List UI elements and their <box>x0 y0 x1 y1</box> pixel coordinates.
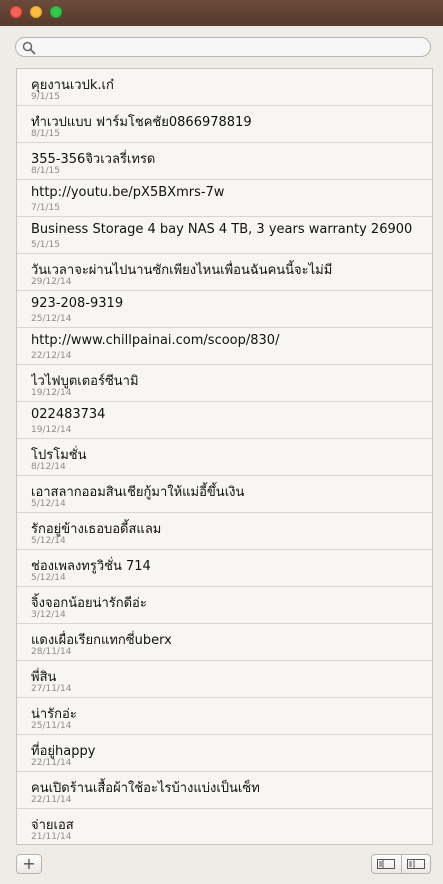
list-view-icon <box>377 859 396 869</box>
note-list-item[interactable]: น่ารักอ่ะ 25/11/14 <box>17 698 432 735</box>
note-date: 27/11/14 <box>31 684 72 694</box>
note-title: ทำเวปแบบ ฟาร์มโชคชัย0866978819 <box>31 115 252 130</box>
note-title: ไวไฟบูตเตอร์ซีนามิ <box>31 374 139 389</box>
add-note-button[interactable]: + <box>16 854 42 874</box>
note-title: รักอยู่ข้างเธอบอดี้สแลม <box>31 522 162 537</box>
note-title: จ่ายเอส <box>31 818 74 833</box>
bottom-toolbar: + <box>0 845 443 884</box>
note-list-item[interactable]: ช่องเพลงทรูวิชั่น 714 5/12/14 <box>17 550 432 587</box>
list-view-button[interactable] <box>372 855 401 873</box>
split-view-icon <box>406 859 425 869</box>
note-date: 9/1/15 <box>31 92 60 102</box>
note-list-item[interactable]: จิ้งจอกน้อยน่ารักดีอ่ะ 3/12/14 <box>17 587 432 624</box>
note-list-item[interactable]: วันเวลาจะผ่านไปนานซักเพียงไหนเพื่อนฉันคน… <box>17 254 432 291</box>
note-title: ที่อยู่happy <box>31 744 96 759</box>
note-list-item[interactable]: พี่สิน 27/11/14 <box>17 661 432 698</box>
note-date: 7/1/15 <box>31 203 60 213</box>
note-date: 8/12/14 <box>31 462 66 472</box>
note-date: 25/12/14 <box>31 314 72 324</box>
note-date: 22/12/14 <box>31 351 72 361</box>
note-date: 5/1/15 <box>31 240 60 250</box>
search-icon <box>22 41 36 55</box>
note-list-item[interactable]: ไวไฟบูตเตอร์ซีนามิ 19/12/14 <box>17 365 432 402</box>
note-list-item[interactable]: โปรโมชั่น 8/12/14 <box>17 439 432 476</box>
note-title: 022483734 <box>31 407 106 422</box>
note-title: พี่สิน <box>31 670 57 685</box>
note-list-item[interactable]: ที่อยู่happy 22/11/14 <box>17 735 432 772</box>
note-title: 923-208-9319 <box>31 296 124 311</box>
note-list-item[interactable]: 355-356จิวเวลรี่เทรด 8/1/15 <box>17 143 432 180</box>
note-date: 5/12/14 <box>31 499 66 509</box>
note-title: แดงเผื่อเรียกแทกซี่uberx <box>31 633 172 648</box>
note-date: 5/12/14 <box>31 573 66 583</box>
note-list-item[interactable]: http://youtu.be/pX5BXmrs-7w 7/1/15 <box>17 180 432 217</box>
note-list-item[interactable]: เอาสลากออมสินเชียกู้มาให้แม่อี้ขึ้นเงิน 5… <box>17 476 432 513</box>
note-list-item[interactable]: คุยงานเวปk.เก๋ 9/1/15 <box>17 69 432 106</box>
notes-window: คุยงานเวปk.เก๋ 9/1/15 ทำเวปแบบ ฟาร์มโชคชัย… <box>0 0 443 884</box>
search-field[interactable] <box>15 37 431 57</box>
notes-list[interactable]: คุยงานเวปk.เก๋ 9/1/15 ทำเวปแบบ ฟาร์มโชคชัย… <box>16 68 433 845</box>
note-date: 25/11/14 <box>31 721 72 731</box>
note-list-item[interactable]: รักอยู่ข้างเธอบอดี้สแลม 5/12/14 <box>17 513 432 550</box>
note-list-item[interactable]: ทำเวปแบบ ฟาร์มโชคชัย0866978819 8/1/15 <box>17 106 432 143</box>
note-date: 22/11/14 <box>31 758 72 768</box>
zoom-window-button[interactable] <box>50 6 62 18</box>
note-title: ช่องเพลงทรูวิชั่น 714 <box>31 559 151 574</box>
note-title: โปรโมชั่น <box>31 448 87 463</box>
note-list-item[interactable]: จ่ายเอส 21/11/14 <box>17 809 432 844</box>
split-view-button[interactable] <box>400 855 431 873</box>
note-title: Business Storage 4 bay NAS 4 TB, 3 years… <box>31 222 413 237</box>
note-date: 29/12/14 <box>31 277 72 287</box>
note-date: 19/12/14 <box>31 388 72 398</box>
note-list-item[interactable]: http://www.chillpainai.com/scoop/830/22/… <box>17 328 432 365</box>
view-mode-toggle <box>371 854 431 874</box>
search-input[interactable] <box>38 39 422 57</box>
note-date: 8/1/15 <box>31 166 60 176</box>
note-title: 355-356จิวเวลรี่เทรด <box>31 152 156 167</box>
note-title: วันเวลาจะผ่านไปนานซักเพียงไหนเพื่อนฉันคน… <box>31 263 333 278</box>
note-title: คนเปิดร้านเสื้อผ้าใช้อะไรบ้างแบ่งเป็นเซ็… <box>31 781 260 796</box>
note-date: 21/11/14 <box>31 832 72 842</box>
note-date: 28/11/14 <box>31 647 72 657</box>
note-date: 22/11/14 <box>31 795 72 805</box>
note-title: น่ารักอ่ะ <box>31 707 77 722</box>
note-title: คุยงานเวปk.เก๋ <box>31 78 114 93</box>
note-list-item[interactable]: แดงเผื่อเรียกแทกซี่uberx 28/11/14 <box>17 624 432 661</box>
note-list-item[interactable]: คนเปิดร้านเสื้อผ้าใช้อะไรบ้างแบ่งเป็นเซ็… <box>17 772 432 809</box>
note-list-item[interactable]: 923-208-9319 25/12/14 <box>17 291 432 328</box>
note-date: 3/12/14 <box>31 610 66 620</box>
note-date: 19/12/14 <box>31 425 72 435</box>
note-title: เอาสลากออมสินเชียกู้มาให้แม่อี้ขึ้นเงิน <box>31 485 245 500</box>
close-window-button[interactable] <box>10 6 22 18</box>
note-title: http://youtu.be/pX5BXmrs-7w <box>31 185 225 200</box>
title-bar[interactable] <box>0 0 443 26</box>
note-date: 5/12/14 <box>31 536 66 546</box>
minimize-window-button[interactable] <box>30 6 42 18</box>
note-date: 8/1/15 <box>31 129 60 139</box>
note-title: http://www.chillpainai.com/scoop/830/ <box>31 333 280 348</box>
note-list-item[interactable]: Business Storage 4 bay NAS 4 TB, 3 years… <box>17 217 432 254</box>
note-list-item[interactable]: 022483734 19/12/14 <box>17 402 432 439</box>
note-title: จิ้งจอกน้อยน่ารักดีอ่ะ <box>31 596 147 611</box>
